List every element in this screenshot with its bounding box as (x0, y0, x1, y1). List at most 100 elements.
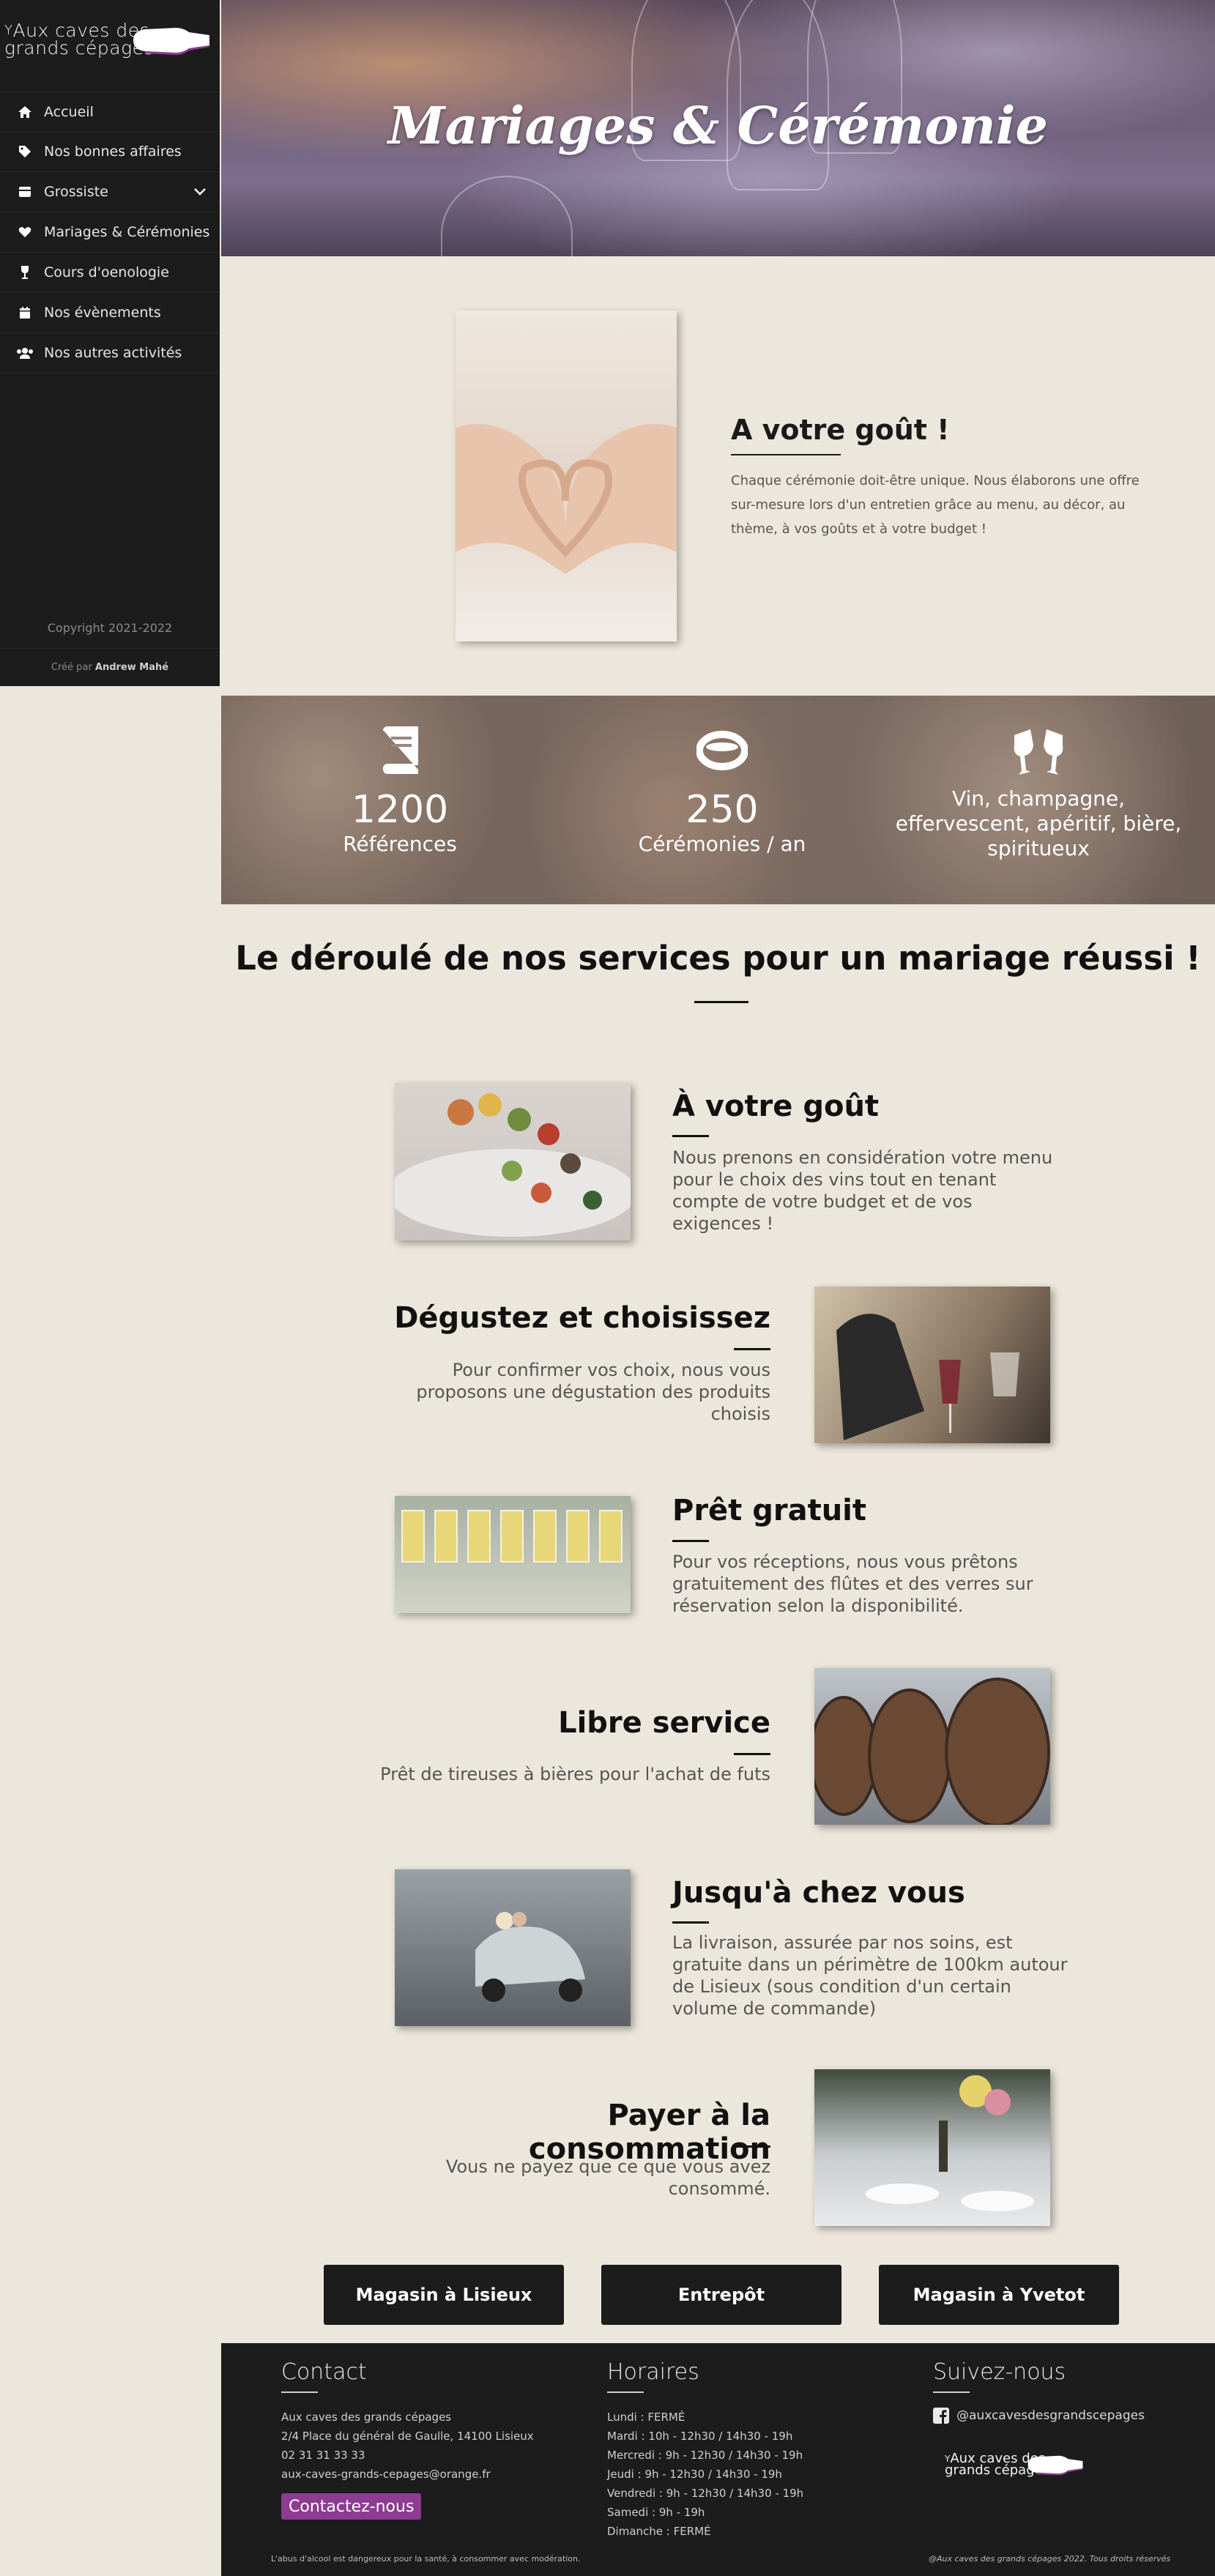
hours-row: Dimanche : FERMÉ (607, 2525, 711, 2538)
alcohol-disclaimer: L'abus d'alcool est dangereux pour la sa… (271, 2554, 581, 2564)
facebook-link[interactable]: @auxcavesdesgrandscepages (933, 2408, 1145, 2424)
footer-contact-title: Contact (281, 2359, 367, 2385)
champagne-flutes-photo (395, 1496, 631, 1613)
footer-hours-title: Horaires (607, 2359, 699, 2385)
copyright: Copyright 2021-2022 (47, 621, 173, 635)
sidebar-item-autres-activites[interactable]: Nos autres activités (0, 333, 220, 373)
sidebar: YAux caves des grands cépages Accueil No… (0, 0, 220, 686)
services-divider (694, 1001, 748, 1003)
footer-divider (607, 2391, 644, 2393)
store-yvetot-button[interactable]: Magasin à Yvetot (879, 2265, 1119, 2325)
service-title: À votre goût (672, 1090, 880, 1123)
sidebar-item-label: Mariages & Cérémonies (44, 224, 210, 240)
contact-button[interactable]: Contactez-nous (281, 2493, 422, 2520)
wedding-car-photo (395, 1869, 631, 2026)
service-title: Jusqu'à chez vous (672, 1876, 965, 1910)
buffet-photo (395, 1083, 631, 1240)
hours-row: Mardi : 10h - 12h30 / 14h30 - 19h (607, 2430, 793, 2443)
hands-heart-photo (456, 310, 677, 641)
sidebar-item-accueil[interactable]: Accueil (0, 92, 220, 132)
sidebar-item-label: Grossiste (44, 184, 108, 200)
tag-icon (16, 143, 34, 160)
hours-row: Jeudi : 9h - 12h30 / 14h30 - 19h (607, 2468, 782, 2481)
sidebar-item-label: Nos autres activités (44, 345, 182, 361)
facebook-icon (933, 2408, 949, 2424)
footer-follow-title: Suivez-nous (933, 2359, 1066, 2385)
stat-label: Références (343, 832, 457, 856)
sidebar-item-label: Cours d'oenologie (44, 264, 169, 280)
stat-label: Cérémonies / an (638, 832, 806, 856)
hours-row: Lundi : FERMÉ (607, 2411, 685, 2424)
page-title: Mariages & Cérémonie (388, 95, 1048, 156)
contact-info: Aux caves des grands cépages 2/4 Place d… (281, 2408, 534, 2484)
sidebar-item-bonnes-affaires[interactable]: Nos bonnes affaires (0, 132, 220, 172)
stat-number: 250 (685, 788, 759, 832)
tasting-photo (814, 1287, 1050, 1443)
sidebar-item-label: Nos évènements (44, 305, 161, 321)
opening-hours: Lundi : FERMÉ Mardi : 10h - 12h30 / 14h3… (607, 2408, 803, 2541)
store-icon (16, 183, 34, 201)
table-setting-photo (814, 2069, 1050, 2226)
stat-label: Vin, champagne, effervescent, apéritif, … (895, 786, 1182, 860)
contact-address: 2/4 Place du général de Gaulle, 14100 Li… (281, 2430, 534, 2443)
intro-text: Chaque cérémonie doit-être unique. Nous … (731, 473, 1140, 537)
service-text: Nous prenons en considération votre menu… (672, 1147, 1053, 1234)
glasses-cheers-icon (1014, 729, 1063, 775)
service-text: La livraison, assurée par nos soins, est… (672, 1932, 1068, 2019)
barrels-photo (814, 1668, 1050, 1825)
service-text: Prêt de tireuses à bières pour l'achat d… (380, 1764, 770, 1784)
intro-divider (731, 454, 841, 455)
service-divider (672, 1540, 709, 1542)
stat-number: 1200 (351, 788, 449, 832)
hours-row: Samedi : 9h - 19h (607, 2506, 705, 2519)
sidebar-menu: Accueil Nos bonnes affaires Grossiste Ma… (0, 92, 220, 373)
footer: Contact Aux caves des grands cépages 2/4… (221, 2343, 1215, 2576)
service-divider (672, 1921, 709, 1924)
service-title: Prêt gratuit (672, 1494, 866, 1527)
service-divider (734, 2145, 770, 2148)
brand-logo[interactable]: YAux caves des grands cépages (0, 0, 220, 66)
service-divider (734, 1348, 770, 1350)
sidebar-item-label: Nos bonnes affaires (44, 144, 182, 160)
service-title: Libre service (558, 1706, 770, 1740)
chevron-down-icon[interactable] (193, 184, 207, 200)
service-text: Pour confirmer vos choix, nous vous prop… (416, 1360, 770, 1424)
contact-company: Aux caves des grands cépages (281, 2411, 452, 2424)
stat-references: 1200 Références (253, 726, 546, 857)
store-lisieux-button[interactable]: Magasin à Lisieux (324, 2265, 564, 2325)
footer-divider (281, 2391, 318, 2393)
rights-notice: @Aux caves des grands cépages 2022. Tous… (929, 2554, 1171, 2564)
service-text: Vous ne payez que ce que vous avez conso… (445, 2156, 770, 2199)
hours-row: Mercredi : 9h - 12h30 / 14h30 - 19h (607, 2449, 803, 2462)
contact-email[interactable]: aux-caves-grands-cepages@orange.fr (281, 2465, 534, 2484)
hours-row: Vendredi : 9h - 12h30 / 14h30 - 19h (607, 2487, 804, 2500)
calendar-icon (16, 304, 34, 321)
heart-icon (16, 223, 34, 241)
sidebar-item-label: Accueil (44, 103, 94, 120)
sidebar-item-mariages[interactable]: Mariages & Cérémonies (0, 212, 220, 253)
footer-divider (933, 2391, 970, 2393)
contact-phone[interactable]: 02 31 31 33 33 (281, 2446, 534, 2465)
stat-ceremonies: 250 Cérémonies / an (576, 726, 869, 857)
intro-title: A votre goût ! (731, 414, 950, 446)
author-link[interactable]: Andrew Mahé (95, 662, 168, 673)
service-title: Dégustez et choisissez (394, 1301, 770, 1335)
service-divider (672, 1135, 709, 1137)
wine-bottle-icon (1028, 2455, 1083, 2476)
created-by: Créé par Andrew Mahé (0, 648, 220, 686)
ring-icon (696, 731, 748, 770)
sidebar-item-evenements[interactable]: Nos évènements (0, 293, 220, 333)
service-text: Pour vos réceptions, nous vous prêtons g… (672, 1552, 1033, 1616)
sidebar-item-oenologie[interactable]: Cours d'oenologie (0, 253, 220, 293)
hero-banner: Mariages & Cérémonie (221, 0, 1215, 256)
wine-bottle-icon (133, 28, 209, 55)
stats-band: 1200 Références 250 Cérémonies / an Vin,… (221, 696, 1215, 904)
service-divider (734, 1753, 770, 1755)
users-icon (16, 344, 34, 362)
sidebar-item-grossiste[interactable]: Grossiste (0, 172, 220, 212)
warehouse-button[interactable]: Entrepôt (601, 2265, 841, 2325)
home-icon (16, 103, 34, 121)
services-title: Le déroulé de nos services pour un maria… (235, 939, 1201, 978)
stat-boissons: Vin, champagne, effervescent, apéritif, … (892, 726, 1185, 861)
wine-glass-icon (16, 264, 34, 281)
